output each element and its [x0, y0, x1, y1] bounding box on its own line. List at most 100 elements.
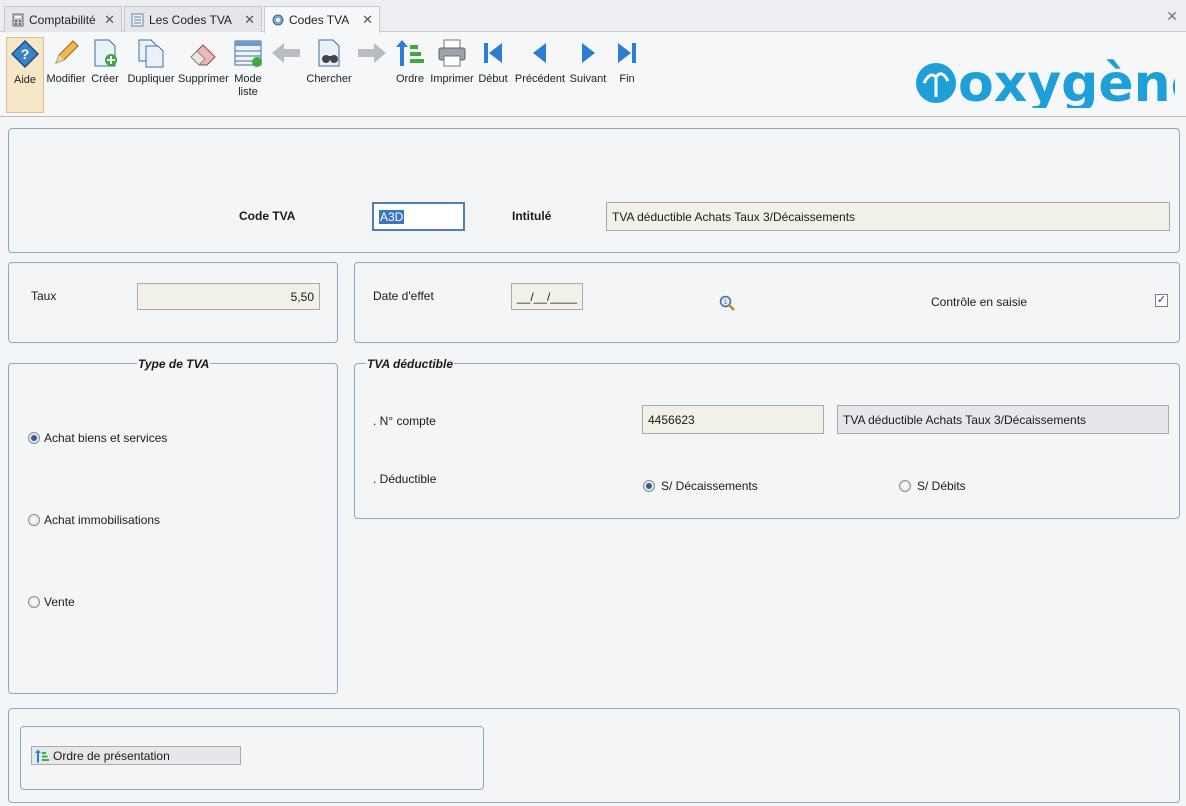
close-icon[interactable]: ✕: [244, 12, 255, 28]
code-tva-input[interactable]: A3D: [372, 202, 465, 231]
aide-button[interactable]: ? Aide: [6, 37, 44, 113]
creer-button[interactable]: Créer: [88, 37, 122, 86]
suivant-button[interactable]: Suivant: [568, 37, 608, 86]
radio-button[interactable]: [28, 596, 40, 608]
precedent-button[interactable]: Précédent: [512, 37, 568, 86]
radio-button[interactable]: [643, 480, 655, 492]
magnifier-icon[interactable]: 1: [719, 295, 735, 311]
radio-button[interactable]: [28, 514, 40, 526]
tva-deductible-legend: TVA déductible: [366, 357, 455, 371]
eraser-icon: [190, 44, 216, 66]
dupliquer-button[interactable]: Dupliquer: [126, 37, 176, 86]
tab-les-codes-tva[interactable]: Les Codes TVA ✕: [124, 6, 262, 32]
back-arrow-button[interactable]: [270, 37, 302, 69]
intitule-input[interactable]: TVA déductible Achats Taux 3/Décaissemen…: [606, 202, 1170, 231]
pencil-icon: [55, 40, 79, 64]
mode-liste-button[interactable]: Mode liste: [230, 37, 266, 99]
first-record-icon: [484, 43, 502, 63]
radio-label: Achat immobilisations: [44, 513, 161, 527]
next-icon: [582, 43, 595, 63]
type-tva-panel: Type de TVA Achat biens et services Acha…: [8, 357, 338, 694]
compte-label: . N° compte: [373, 414, 436, 428]
tab-comptabilite[interactable]: Comptabilité ✕: [4, 6, 122, 32]
svg-text:?: ?: [21, 46, 30, 62]
radio-label: Vente: [44, 595, 75, 609]
taux-input[interactable]: 5,50: [137, 283, 320, 310]
radio-s-decaissements[interactable]: S/ Décaissements: [643, 478, 803, 494]
header-panel: Code TVA A3D Intitulé TVA déductible Ach…: [8, 128, 1180, 253]
window-close-icon[interactable]: ✕: [1166, 8, 1178, 25]
radio-button[interactable]: [28, 432, 40, 444]
mode-liste-label: Mode liste: [230, 73, 266, 99]
date-panel: Date d'effet __/__/____ 1 Contrôle en sa…: [354, 262, 1180, 343]
intitule-label: Intitulé: [512, 209, 552, 223]
bottom-panel: Ordre de présentation: [8, 708, 1180, 803]
taux-label: Taux: [31, 289, 57, 303]
radio-achat-immobilisations[interactable]: Achat immobilisations: [27, 512, 227, 528]
tab-label: Les Codes TVA: [149, 12, 232, 27]
compte-value: 4456623: [648, 412, 695, 427]
taux-value: 5,50: [290, 289, 314, 304]
arrow-left-icon: [272, 43, 300, 63]
mode-liste-label-line1: Mode: [234, 73, 262, 85]
radio-vente[interactable]: Vente: [27, 594, 227, 610]
toolbar: ? Aide Modifier Créer Dupliquer Supprime…: [0, 33, 1186, 117]
modifier-label: Modifier: [46, 73, 86, 85]
modifier-button[interactable]: Modifier: [46, 37, 86, 86]
new-document-icon: [94, 39, 117, 67]
date-effet-label: Date d'effet: [373, 289, 434, 303]
intitule-value: TVA déductible Achats Taux 3/Décaissemen…: [612, 209, 856, 224]
fin-label: Fin: [619, 73, 635, 85]
radio-label: Achat biens et services: [44, 431, 168, 445]
dupliquer-label: Dupliquer: [127, 73, 175, 85]
compte-libelle-field: TVA déductible Achats Taux 3/Décaissemen…: [837, 405, 1169, 434]
supprimer-button[interactable]: Supprimer: [178, 37, 229, 86]
radio-label: S/ Débits: [917, 479, 966, 493]
tab-label: Codes TVA: [289, 13, 350, 27]
compte-input[interactable]: 4456623: [642, 405, 824, 434]
chercher-button[interactable]: Chercher: [304, 37, 354, 86]
ordre-label: Ordre: [395, 73, 425, 85]
tva-deductible-panel: TVA déductible . N° compte 4456623 TVA d…: [354, 357, 1180, 519]
imprimer-label: Imprimer: [430, 73, 474, 85]
list-mode-icon: [234, 40, 262, 67]
ordre-presentation-panel: Ordre de présentation: [20, 726, 484, 790]
compte-libelle-value: TVA déductible Achats Taux 3/Décaissemen…: [843, 412, 1087, 427]
sort-order-icon: [35, 749, 49, 762]
sort-order-icon: [396, 40, 424, 66]
ordre-button[interactable]: Ordre: [392, 37, 428, 86]
previous-icon: [533, 43, 546, 63]
close-icon[interactable]: ✕: [362, 12, 373, 28]
chercher-label: Chercher: [306, 73, 352, 85]
mode-liste-label-line2: liste: [238, 86, 258, 98]
controle-saisie-label: Contrôle en saisie: [931, 295, 1028, 309]
logo-text: oxygène: [958, 54, 1175, 108]
radio-s-debits[interactable]: S/ Débits: [899, 478, 1019, 494]
debut-button[interactable]: Début: [476, 37, 510, 86]
last-record-icon: [618, 43, 636, 63]
precedent-label: Précédent: [514, 73, 566, 85]
imprimer-button[interactable]: Imprimer: [430, 37, 474, 86]
creer-label: Créer: [91, 73, 119, 85]
radio-label: S/ Décaissements: [661, 479, 758, 493]
tab-label: Comptabilité: [29, 12, 96, 27]
aide-label: Aide: [13, 74, 37, 86]
date-effet-value: __/__/____: [517, 289, 578, 304]
close-icon[interactable]: ✕: [104, 12, 115, 28]
radio-achat-biens[interactable]: Achat biens et services: [27, 430, 227, 446]
date-effet-input[interactable]: __/__/____: [511, 283, 583, 310]
forward-arrow-button[interactable]: [356, 37, 388, 69]
tab-bar: Comptabilité ✕ Les Codes TVA ✕ Codes TVA…: [0, 0, 1186, 33]
controle-saisie-checkbox[interactable]: ✓: [1155, 294, 1168, 307]
calculator-icon: [11, 13, 25, 27]
list-icon: [131, 13, 145, 27]
printer-icon: [438, 39, 466, 67]
arrow-right-icon: [358, 43, 386, 63]
taux-panel: Taux 5,50: [8, 262, 338, 343]
help-icon: ?: [10, 39, 40, 69]
fin-button[interactable]: Fin: [610, 37, 644, 86]
radio-button[interactable]: [899, 480, 911, 492]
ordre-presentation-button[interactable]: Ordre de présentation: [31, 746, 241, 765]
tab-codes-tva[interactable]: Codes TVA ✕: [264, 6, 380, 33]
oxygene-logo: oxygène: [916, 54, 1175, 108]
